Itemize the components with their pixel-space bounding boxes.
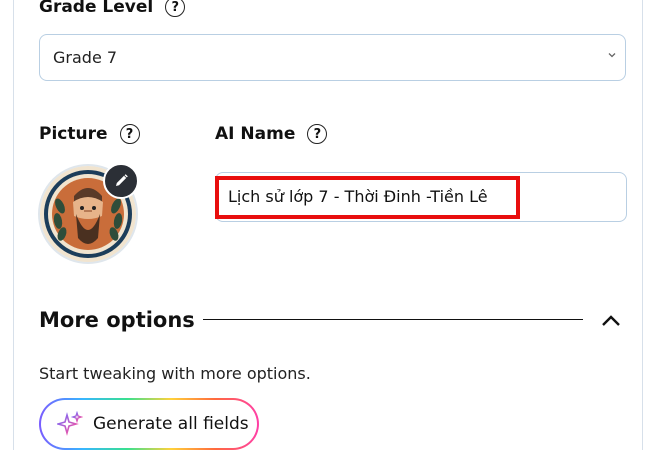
grade-level-label-row: Grade Level ? — [39, 0, 186, 17]
chevron-up-icon[interactable] — [600, 312, 622, 330]
more-options-divider — [203, 319, 583, 320]
edit-picture-button[interactable] — [103, 163, 139, 199]
grade-level-select[interactable]: Grade 7 — [39, 34, 626, 81]
generate-all-fields-button[interactable]: Generate all fields — [39, 398, 259, 450]
grade-level-label: Grade Level — [39, 0, 154, 17]
ai-name-label-row: AI Name ? — [215, 124, 328, 144]
more-options-title: More options — [39, 308, 195, 332]
picture-label-row: Picture ? — [39, 124, 140, 144]
generate-button-label: Generate all fields — [93, 414, 249, 434]
grade-level-value: Grade 7 — [53, 48, 118, 67]
panel-right-border — [642, 0, 643, 450]
help-icon[interactable]: ? — [165, 0, 186, 17]
highlight-box — [215, 176, 520, 219]
help-icon[interactable]: ? — [307, 124, 328, 144]
generate-button-inner[interactable]: Generate all fields — [41, 400, 257, 448]
more-options-hint: Start tweaking with more options. — [39, 364, 311, 383]
ai-name-label: AI Name — [215, 124, 296, 144]
picture-label: Picture — [39, 124, 108, 144]
panel-left-border — [13, 0, 14, 450]
help-icon[interactable]: ? — [119, 124, 140, 144]
chevron-down-icon — [608, 53, 616, 58]
sparkle-icon — [57, 411, 83, 436]
pencil-icon — [116, 174, 128, 186]
